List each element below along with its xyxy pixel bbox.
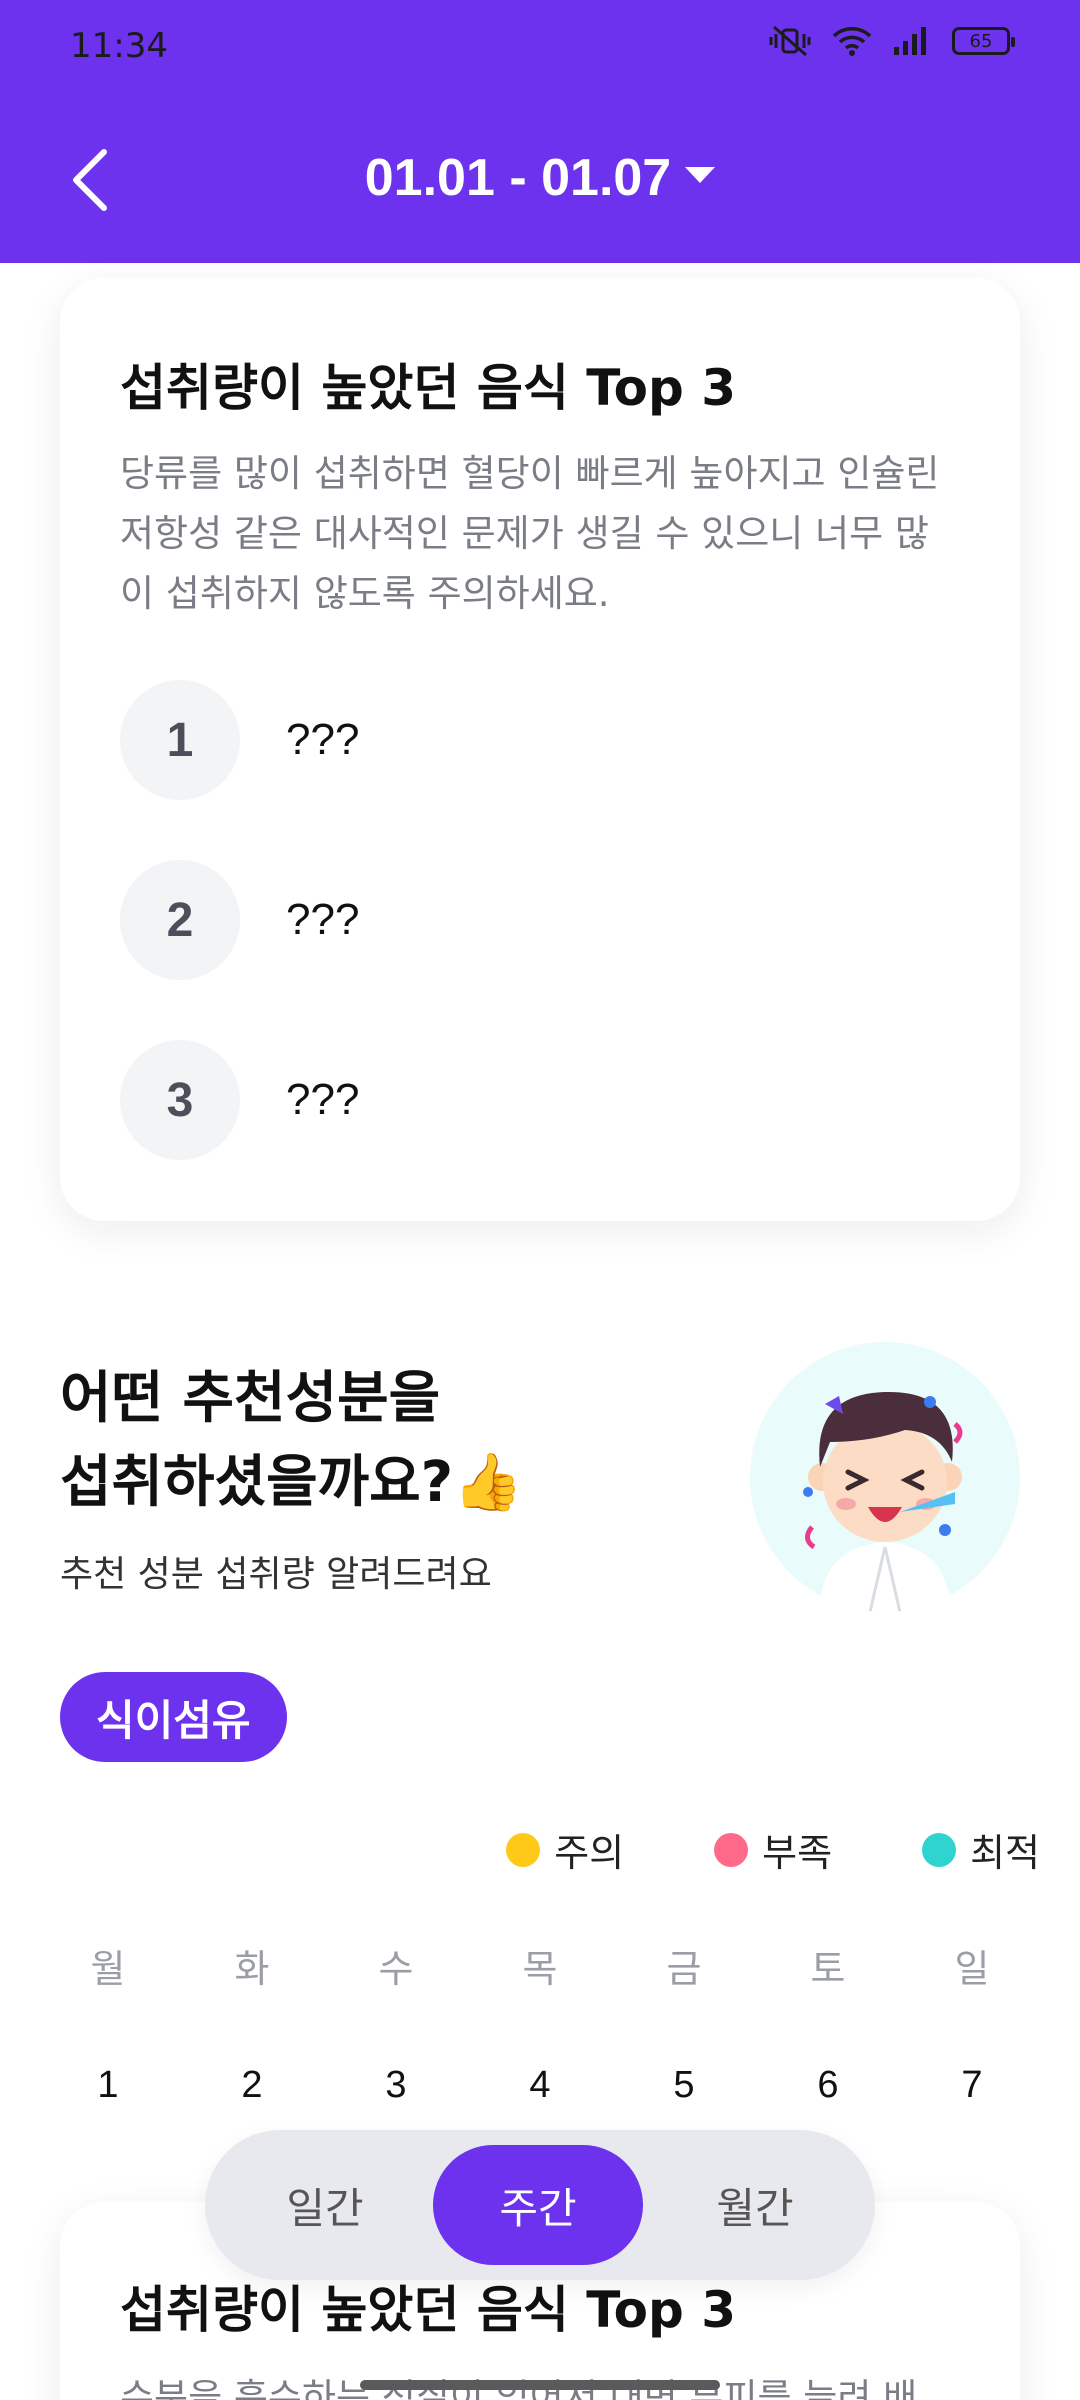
tab-daily[interactable]: 일간 [220,2145,430,2265]
legend-item-insufficient: 부족 [714,1822,832,1877]
wifi-icon [832,25,872,57]
pink-dot-icon [714,1832,749,1867]
legend-label: 최적 [970,1831,1040,1875]
tab-weekly[interactable]: 주간 [433,2145,643,2265]
yellow-dot-icon [506,1832,541,1867]
weekday-label: 일 [954,1947,990,1991]
weekday-label: 토 [810,1947,846,1991]
date-cell[interactable]: 1 [36,2064,180,2107]
weekday-header: 월 화 수 목 금 토 일 [36,1938,1044,1993]
battery-icon: 65 [952,27,1015,55]
list-item: 3 ??? [120,1040,960,1160]
legend-label: 부족 [762,1831,833,1875]
doctor-mascot-illustration [750,1342,1020,1612]
signal-icon [892,25,932,57]
food-name: ??? [286,715,360,764]
recommendation-title-line2: 섭취하셨을까요? [60,1450,454,1515]
date-cell[interactable]: 2 [180,2064,324,2107]
status-icons: 65 [768,24,1015,58]
date-cell[interactable]: 4 [468,2064,612,2107]
date-cell[interactable]: 6 [756,2064,900,2107]
period-tabs: 일간 주간 월간 [205,2130,875,2280]
nutrient-chip[interactable]: 식이섬유 [60,1672,287,1762]
status-time: 11:34 [70,26,168,66]
rank-badge: 1 [120,680,240,800]
weekday-label: 금 [666,1947,702,1991]
legend-item-caution: 주의 [506,1822,624,1877]
weekday-label: 목 [522,1947,558,1991]
list-item: 1 ??? [120,680,960,800]
rank-badge: 2 [120,860,240,980]
weekday-label: 화 [234,1947,270,1991]
home-indicator[interactable] [360,2380,720,2390]
teal-dot-icon [922,1832,957,1867]
legend-label: 주의 [554,1831,625,1875]
card-title: 섭취량이 높았던 음식 Top 3 [120,359,737,417]
screen: 11:34 65 01.01 - 01.07 섭취량이 높았던 음식 Top 3… [0,0,1080,2400]
date-cell[interactable]: 5 [612,2064,756,2107]
food-name: ??? [286,895,360,944]
date-range-label: 01.01 - 01.07 [364,149,672,207]
week-dates: 1 2 3 4 5 6 7 [36,2064,1044,2107]
date-cell[interactable]: 3 [324,2064,468,2107]
recommendation-subtitle: 추천 성분 섭취량 알려드려요 [60,1554,492,1595]
recommendation-title: 어떤 추천성분을 섭취하셨을까요?👍 [60,1357,523,1525]
legend: 주의 부족 최적 [506,1822,1040,1877]
recommendation-title-line1: 어떤 추천성분을 [60,1366,441,1431]
caret-down-icon [685,167,716,184]
card-title: 섭취량이 높았던 음식 Top 3 [120,2281,737,2339]
top-foods-card: 섭취량이 높았던 음식 Top 3 당류를 많이 섭취하면 혈당이 빠르게 높아… [60,278,1020,1221]
food-name: ??? [286,1075,360,1124]
date-range-selector[interactable]: 01.01 - 01.07 [0,148,1080,208]
list-item: 2 ??? [120,860,960,980]
tab-monthly[interactable]: 월간 [650,2145,860,2265]
app-bar: 11:34 65 01.01 - 01.07 [0,0,1080,263]
rank-badge: 3 [120,1040,240,1160]
weekday-label: 수 [378,1947,414,1991]
weekday-label: 월 [90,1947,126,1991]
legend-item-optimal: 최적 [922,1822,1040,1877]
thumbs-up-icon: 👍 [453,1450,523,1515]
date-cell[interactable]: 7 [900,2064,1044,2107]
vibrate-icon [768,24,812,58]
card-description: 당류를 많이 섭취하면 혈당이 빠르게 높아지고 인슐린 저항성 같은 대사적인… [120,452,940,615]
